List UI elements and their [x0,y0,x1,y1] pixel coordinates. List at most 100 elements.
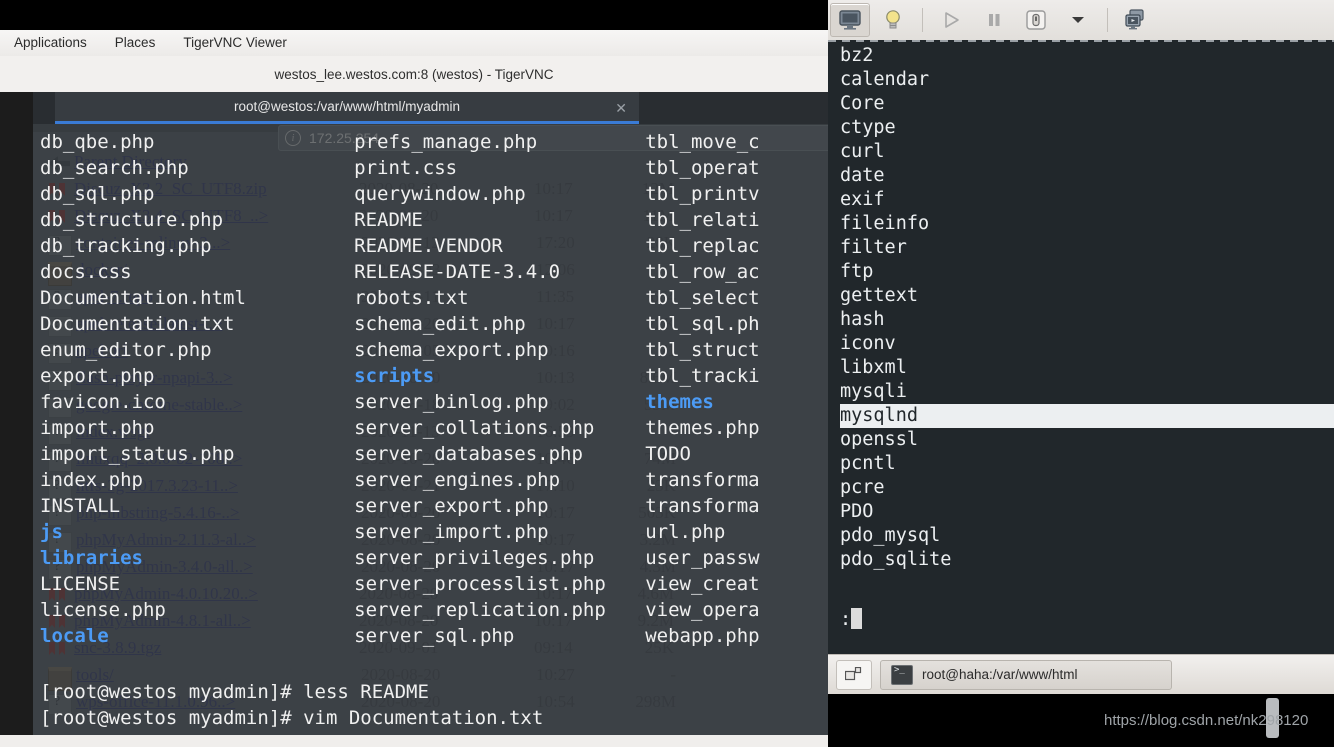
terminal-file-entry: tbl_select [645,287,760,309]
php-module-entry: date [840,165,885,186]
gnome-top-panel: Applications Places TigerVNC Viewer [0,30,828,57]
run-button[interactable] [933,4,971,36]
close-icon[interactable]: ✕ [615,100,627,117]
terminal-file-entry: server_import.php [354,521,549,543]
php-module-entry: ctype [840,117,896,138]
terminal-icon [891,664,913,685]
panel-menu-places[interactable]: Places [101,30,170,56]
pager-prompt-char: : [840,609,852,630]
terminal-file-entry: tbl_move_c [645,131,760,153]
php-module-entry: PDO [840,501,874,522]
shutdown-menu-button[interactable] [1059,4,1097,36]
virt-console-window: bz2 calendar Core ctype curl date exif fileinfo… [828,0,1334,694]
guest-console-screen[interactable]: bz2 calendar Core ctype curl date exif fileinfo… [828,40,1334,654]
php-module-entry: openssl [840,429,918,450]
terminal-prompt-line: [root@westos myadmin]# less README [40,681,429,703]
terminal-file-entry: schema_export.php [354,339,549,361]
terminal-file-entry: tbl_sql.ph [645,313,760,335]
panel-menu-tigervnc-viewer[interactable]: TigerVNC Viewer [169,30,301,56]
terminal-file-entry: libraries [40,547,143,569]
terminal-file-entry: tbl_relati [645,209,760,231]
terminal-file-entry: db_qbe.php [40,131,155,153]
php-module-entry: hash [840,309,885,330]
terminal-file-entry: user_passw [645,547,760,569]
pager-cursor [851,608,863,629]
php-module-entry: fileinfo [840,213,930,234]
php-module-entry-highlighted: mysqlnd [840,404,1334,428]
terminal-file-entry: import_status.php [40,443,235,465]
terminal-file-entry: Documentation.txt [40,313,235,335]
php-module-entry: pdo_mysql [840,525,941,546]
php-module-entry: calendar [840,69,930,90]
panel-menu-applications[interactable]: Applications [0,30,101,56]
terminal-file-entry: schema_edit.php [354,313,526,335]
vnc-window-title: westos_lee.westos.com:8 (westos) - Tiger… [274,66,554,82]
remote-bottom-strip [0,735,828,747]
guest-taskbar: root@haha:/var/www/html [828,654,1334,694]
terminal-file-entry: scripts [354,365,435,387]
pause-icon [989,14,1000,26]
watermark-text: https://blog.csdn.net/nk298120 [1104,712,1309,729]
terminal-file-entry: server_databases.php [354,443,583,465]
terminal-file-entry: transforma [645,495,760,517]
terminal-file-entry: db_search.php [40,157,189,179]
terminal-file-entry: server_replication.php [354,599,606,621]
terminal-file-entry: server_binlog.php [354,391,549,413]
terminal-file-entry: tbl_replac [645,235,760,257]
console-view-button[interactable] [830,3,870,37]
terminal-file-entry: docs.css [40,261,132,283]
toolbar-separator-2 [1107,8,1108,32]
taskbar-window-title: root@haha:/var/www/html [922,667,1078,682]
php-module-entry: libxml [840,357,907,378]
terminal-file-entry: db_sql.php [40,183,155,205]
php-module-entry: filter [840,237,907,258]
terminal-file-column-3: tbl_move_c tbl_operat tbl_printv tbl_relati… [645,129,828,649]
php-module-entry: exif [840,189,885,210]
toolbar-separator [922,8,923,32]
terminal-file-entry: server_collations.php [354,417,595,439]
terminal-file-entry: server_processlist.php [354,573,606,595]
terminal-file-column-1: db_qbe.php db_search.php db_sql.php db_stru… [40,129,354,649]
terminal-file-entry: tbl_struct [645,339,760,361]
pause-button[interactable] [975,4,1013,36]
terminal-file-entry: locale [40,625,109,647]
terminal-file-entry: print.css [354,157,458,179]
pager-prompt: : [840,608,863,632]
terminal-file-entry: RELEASE-DATE-3.4.0 [354,261,561,283]
shutdown-button[interactable] [1017,4,1055,36]
terminal-file-entry: LICENSE [40,573,121,595]
show-desktop-icon[interactable] [836,659,872,690]
terminal-file-entry: server_engines.php [354,469,561,491]
terminal-output[interactable]: db_qbe.php db_search.php db_sql.php db_stru… [33,124,828,747]
terminal-file-entry: index.php [40,469,143,491]
snapshot-button[interactable] [1118,4,1156,36]
terminal-window: root@westos:/var/www/html/myadmin ✕ db_q… [33,92,828,747]
terminal-file-entry: server_privileges.php [354,547,595,569]
chevron-down-icon [1072,17,1084,23]
screens-icon [1125,9,1144,30]
terminal-file-entry: js [40,521,63,543]
terminal-file-entry: tbl_printv [645,183,760,205]
php-module-entry: pcntl [840,453,896,474]
terminal-file-entry: server_export.php [354,495,549,517]
php-module-list: bz2 calendar Core ctype curl date exif fileinfo… [840,44,1334,572]
terminal-prompt-line: [root@westos myadmin]# vim Documentation… [40,707,544,729]
php-module-entry: gettext [840,285,918,306]
terminal-tab-active[interactable]: root@westos:/var/www/html/myadmin ✕ [55,92,639,124]
terminal-file-entry: prefs_manage.php [354,131,538,153]
terminal-file-entry: INSTALL [40,495,121,517]
php-module-entry: ftp [840,261,874,282]
details-view-button[interactable] [874,4,912,36]
terminal-file-entry: license.php [40,599,166,621]
terminal-file-entry: export.php [40,365,155,387]
terminal-file-entry: transforma [645,469,760,491]
terminal-file-entry: view_opera [645,599,760,621]
screen-top-black-strip [0,0,828,30]
console-focus-border [828,40,1334,42]
terminal-tab-label: root@westos:/var/www/html/myadmin [233,99,460,114]
terminal-file-entry: themes.php [645,417,760,439]
taskbar-window-button[interactable]: root@haha:/var/www/html [880,659,1172,690]
terminal-file-entry: querywindow.php [354,183,526,205]
terminal-file-entry: server_sql.php [354,625,515,647]
terminal-file-entry: url.php [645,521,726,543]
